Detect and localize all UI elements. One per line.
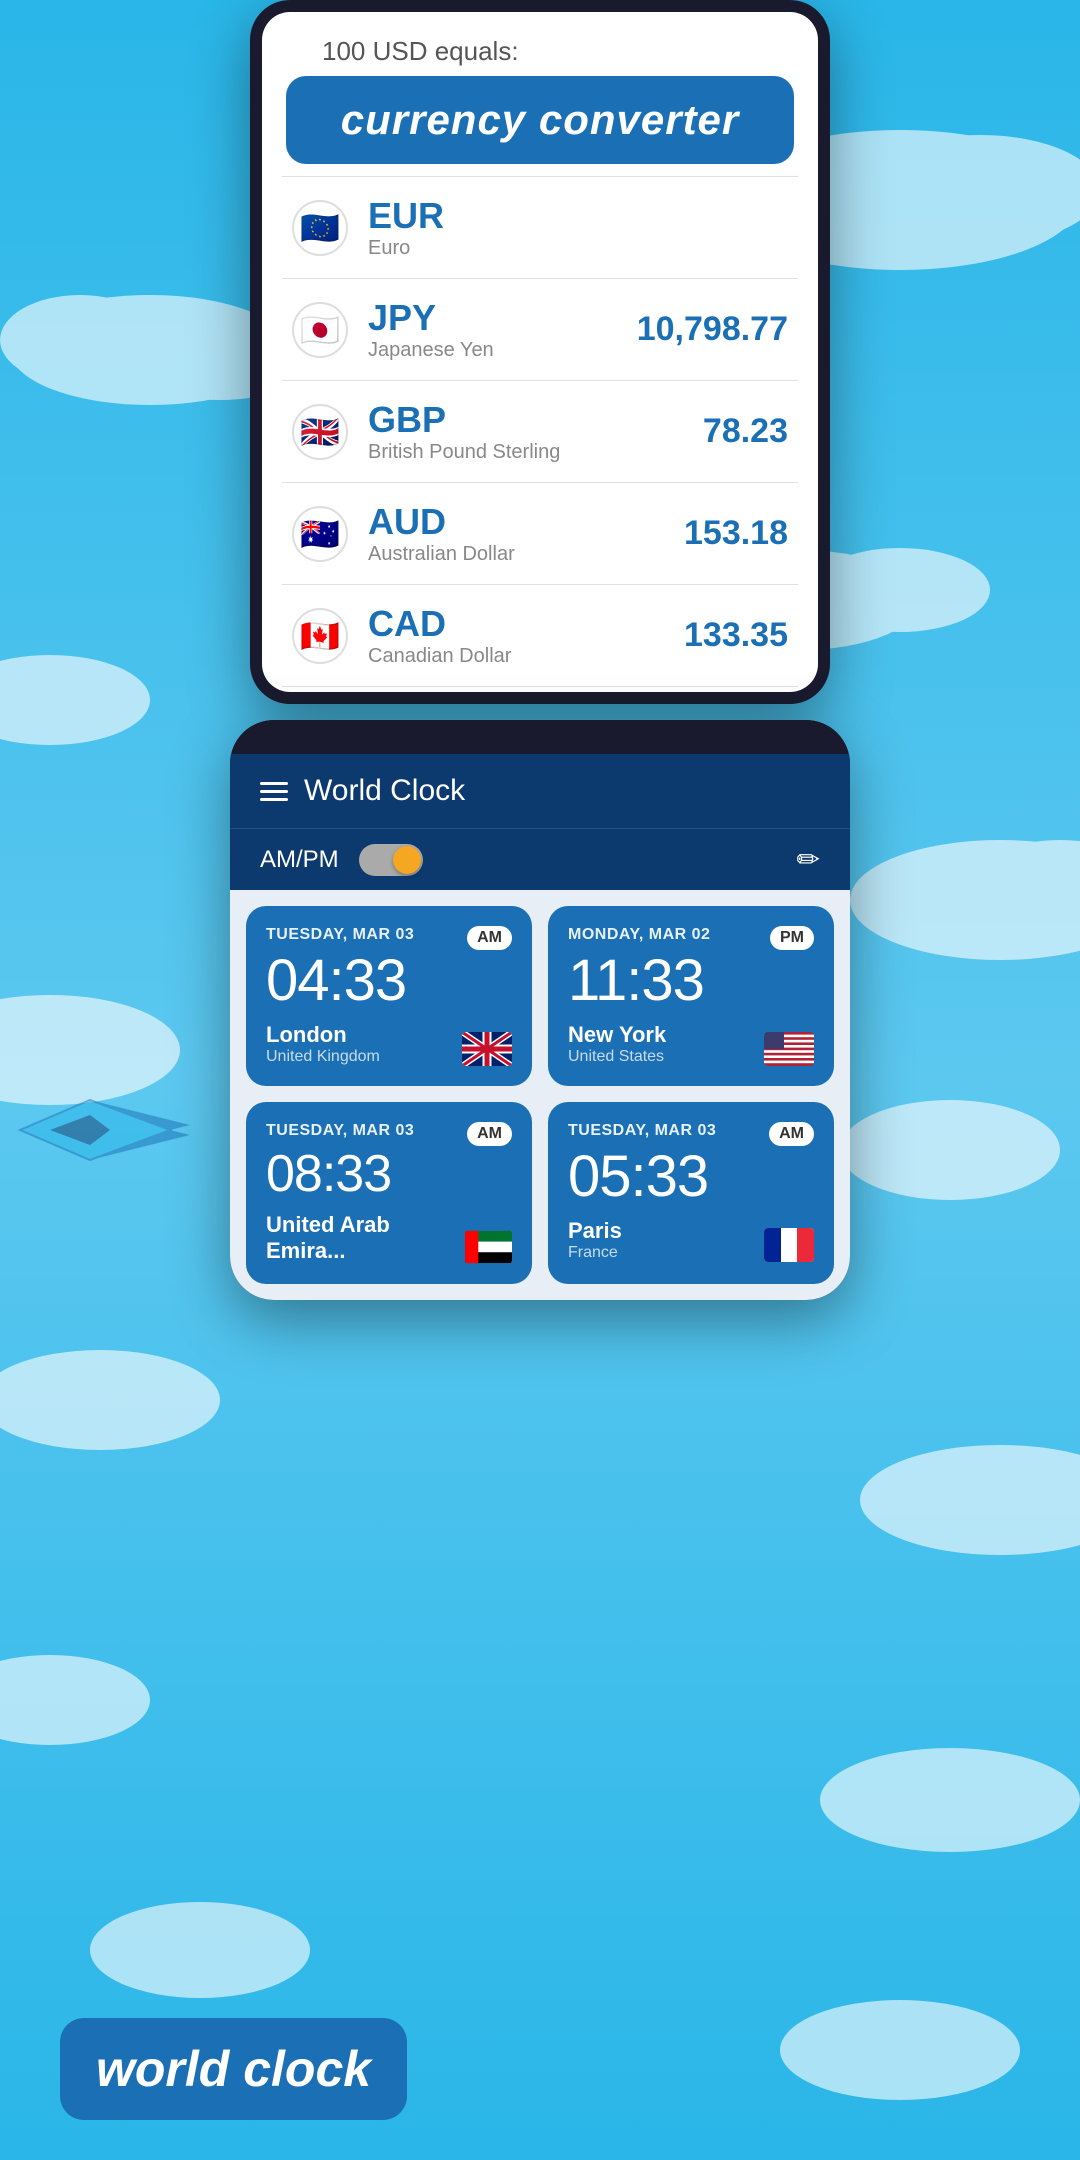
hamburger-line-3	[260, 798, 288, 801]
paris-country: France	[568, 1244, 622, 1262]
currency-info-eur: EUR Euro	[368, 195, 788, 260]
world-clock-badge-text: world clock	[96, 2040, 371, 2098]
currency-info-cad: CAD Canadian Dollar	[368, 603, 684, 668]
newyork-city-info: New York United States	[568, 1022, 666, 1066]
edit-button[interactable]: ✏	[797, 843, 820, 876]
uae-time: 08:33	[266, 1148, 512, 1200]
uae-city-info: United Arab Emira...	[266, 1212, 465, 1264]
uae-city: United Arab Emira...	[266, 1212, 465, 1264]
paris-city: Paris	[568, 1218, 622, 1244]
paris-footer: Paris France	[568, 1218, 814, 1262]
currency-code-gbp: GBP	[368, 399, 703, 441]
currency-row-aud[interactable]: 🇦🇺 AUD Australian Dollar 153.18	[282, 483, 798, 585]
uk-flag-svg	[462, 1032, 512, 1066]
uae-flag-svg	[465, 1230, 512, 1264]
clock-card-paris[interactable]: TUESDAY, MAR 03 05:33 AM Paris France	[548, 1102, 834, 1284]
currency-code-jpy: JPY	[368, 297, 637, 339]
usd-header-text: 100 USD equals:	[292, 26, 549, 66]
currency-value-aud: 153.18	[684, 514, 788, 553]
currency-list: 🇺🇸 USD US Dollar 100 🇪🇺 EUR Euro 🇯🇵	[262, 75, 818, 687]
london-footer: London United Kingdom	[266, 1022, 512, 1066]
currency-name-cad: Canadian Dollar	[368, 645, 684, 668]
ampm-label: AM/PM	[260, 846, 339, 874]
currency-value-jpy: 10,798.77	[637, 310, 788, 349]
paris-time: 05:33	[568, 1148, 814, 1206]
world-clock-phone: World Clock AM/PM ✏ TUESDAY, MAR 03 04:3…	[230, 720, 850, 1300]
newyork-country: United States	[568, 1048, 666, 1066]
london-flag	[462, 1032, 512, 1066]
ampm-toggle-bar: AM/PM ✏	[230, 828, 850, 890]
currency-converter-phone: 100 USD equals: 🇺🇸 USD US Dollar 100 🇪🇺 …	[250, 0, 830, 704]
clock-card-uae[interactable]: TUESDAY, MAR 03 08:33 AM United Arab Emi…	[246, 1102, 532, 1284]
flag-eur: 🇪🇺	[292, 200, 348, 256]
london-country: United Kingdom	[266, 1048, 380, 1066]
world-clock-title: World Clock	[304, 774, 820, 808]
london-city: London	[266, 1022, 380, 1048]
hamburger-line-2	[260, 790, 288, 793]
toggle-thumb	[393, 846, 421, 874]
currency-code-aud: AUD	[368, 501, 684, 543]
world-clock-screen: World Clock AM/PM ✏ TUESDAY, MAR 03 04:3…	[230, 754, 850, 1300]
toggle-track[interactable]	[359, 844, 423, 876]
currency-value-gbp: 78.23	[703, 412, 788, 451]
world-clock-badge: world clock	[60, 2018, 407, 2120]
currency-row-jpy[interactable]: 🇯🇵 JPY Japanese Yen 10,798.77	[282, 279, 798, 381]
us-flag-svg	[764, 1032, 814, 1066]
currency-converter-banner: currency converter	[286, 76, 794, 164]
newyork-time: 11:33	[568, 952, 814, 1010]
london-time: 04:33	[266, 952, 512, 1010]
usd-header: 100 USD equals:	[262, 12, 818, 75]
currency-code-eur: EUR	[368, 195, 788, 237]
hamburger-line-1	[260, 782, 288, 785]
flag-gbp: 🇬🇧	[292, 404, 348, 460]
uae-flag	[465, 1230, 512, 1264]
currency-banner-text: currency converter	[316, 96, 764, 144]
currency-info-gbp: GBP British Pound Sterling	[368, 399, 703, 464]
flag-cad: 🇨🇦	[292, 608, 348, 664]
currency-name-gbp: British Pound Sterling	[368, 441, 703, 464]
currency-code-cad: CAD	[368, 603, 684, 645]
london-ampm: AM	[467, 926, 512, 950]
paris-city-info: Paris France	[568, 1218, 622, 1262]
currency-row-eur[interactable]: 🇪🇺 EUR Euro	[282, 177, 798, 279]
hamburger-menu-button[interactable]	[260, 782, 288, 801]
currency-value-cad: 133.35	[684, 616, 788, 655]
newyork-flag	[764, 1032, 814, 1066]
currency-name-jpy: Japanese Yen	[368, 339, 637, 362]
uae-footer: United Arab Emira...	[266, 1212, 512, 1264]
clock-card-newyork[interactable]: MONDAY, MAR 02 11:33 PM New York United …	[548, 906, 834, 1086]
phone-top-bar	[230, 720, 850, 754]
paris-flag	[764, 1228, 814, 1262]
uae-ampm: AM	[467, 1122, 512, 1146]
currency-row-cad[interactable]: 🇨🇦 CAD Canadian Dollar 133.35	[282, 585, 798, 687]
newyork-city: New York	[568, 1022, 666, 1048]
clock-card-london[interactable]: TUESDAY, MAR 03 04:33 AM London United K…	[246, 906, 532, 1086]
currency-row-gbp[interactable]: 🇬🇧 GBP British Pound Sterling 78.23	[282, 381, 798, 483]
world-clock-header: World Clock	[230, 754, 850, 828]
currency-name-aud: Australian Dollar	[368, 543, 684, 566]
phone-notch	[510, 730, 570, 754]
paris-ampm: AM	[769, 1122, 814, 1146]
flag-aud: 🇦🇺	[292, 506, 348, 562]
airplane-icon	[10, 1080, 210, 1180]
france-flag-svg	[764, 1228, 814, 1262]
newyork-ampm: PM	[770, 926, 814, 950]
currency-info-jpy: JPY Japanese Yen	[368, 297, 637, 362]
ampm-toggle[interactable]	[359, 844, 797, 876]
newyork-footer: New York United States	[568, 1022, 814, 1066]
currency-info-aud: AUD Australian Dollar	[368, 501, 684, 566]
flag-jpy: 🇯🇵	[292, 302, 348, 358]
currency-name-eur: Euro	[368, 237, 788, 260]
london-city-info: London United Kingdom	[266, 1022, 380, 1066]
clock-grid: TUESDAY, MAR 03 04:33 AM London United K…	[230, 890, 850, 1300]
